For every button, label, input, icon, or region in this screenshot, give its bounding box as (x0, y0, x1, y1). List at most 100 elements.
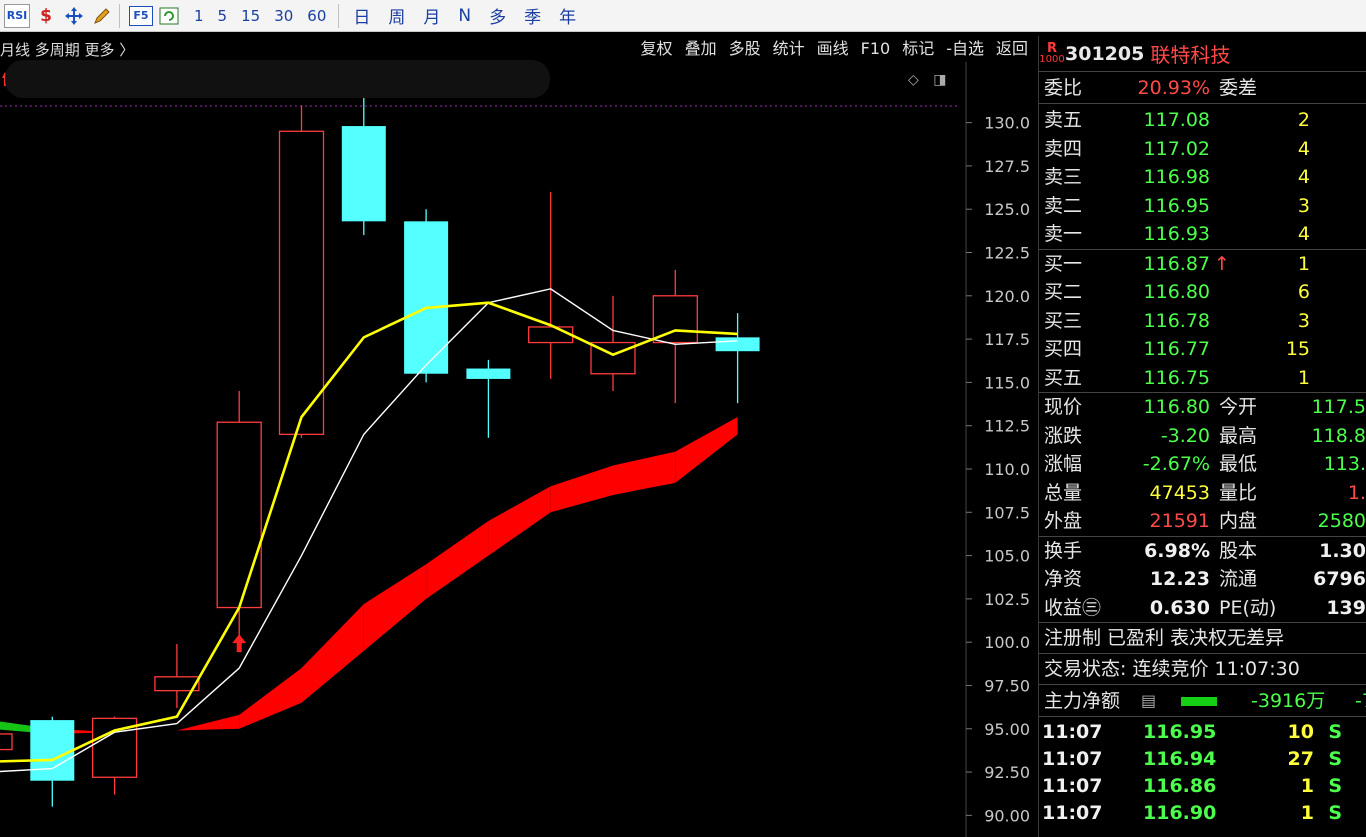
stat-value: 118.8 (1311, 424, 1366, 447)
buy-order-row[interactable]: 买五 116.75 1 (1039, 364, 1366, 393)
y-tick-label: 105.0 (984, 547, 1030, 566)
period-label[interactable]: 月线 多周期 更多 〉 (0, 39, 134, 60)
tick-row[interactable]: 11:07 116.86 1 S (1039, 775, 1366, 802)
period-quarter[interactable]: 季 (515, 3, 550, 28)
period-60min[interactable]: 60 (300, 7, 333, 25)
period-5min[interactable]: 5 (211, 7, 235, 25)
tick-price: 116.94 (1143, 748, 1217, 770)
stat-row[interactable]: 总量 47453 量比 1. (1039, 479, 1366, 508)
stat-value: 116.80 (1143, 396, 1210, 418)
tags-row: 注册制 已盈利 表决权无差异 (1039, 623, 1366, 654)
order-volume: 3 (1297, 194, 1310, 217)
menu-draw[interactable]: 画线 (811, 36, 855, 62)
candle-body (466, 368, 511, 379)
order-price: 116.87 (1143, 252, 1210, 275)
chart-menu: 复权 叠加 多股 统计 画线 F10 标记 -自选 返回 (635, 36, 1034, 62)
share-stat-row[interactable]: 收益㊂ 0.630 PE(动) 139 (1039, 594, 1366, 623)
tick-row[interactable]: 11:07 116.90 1 S (1039, 802, 1366, 829)
menu-mark[interactable]: 标记 (896, 36, 940, 62)
list-icon[interactable]: ▤ (1141, 685, 1156, 717)
sell-order-row[interactable]: 卖四 117.02 4 (1039, 135, 1366, 164)
order-price: 116.77 (1143, 338, 1210, 360)
stat-value: 0.630 (1149, 596, 1210, 619)
order-price: 116.80 (1143, 281, 1210, 303)
period-month[interactable]: 月 (414, 3, 449, 28)
refresh-icon[interactable] (157, 4, 181, 28)
period-n[interactable]: N (449, 6, 480, 26)
y-tick-label: 120.0 (984, 287, 1030, 306)
candle-body (715, 337, 760, 352)
buy-order-row[interactable]: 买二 116.80 6 (1039, 278, 1366, 307)
trade-status-row: 交易状态: 连续竞价 11:07:30 (1039, 654, 1366, 685)
buy-order-row[interactable]: 买四 116.77 15 (1039, 335, 1366, 364)
stat-value: 113. (1323, 453, 1366, 475)
period-1min[interactable]: 1 (187, 7, 211, 25)
kline-chart[interactable]: 130.0 127.5 125.0 122.5 120.0 117.5 115.0 112.5… (0, 62, 1038, 837)
order-volume: 4 (1297, 166, 1310, 188)
period-15min[interactable]: 15 (234, 7, 267, 25)
menu-fuquan[interactable]: 复权 (635, 36, 679, 62)
stock-name: 联特科技 (1150, 43, 1231, 67)
band-segment (675, 417, 738, 483)
order-volume: 6 (1297, 281, 1310, 303)
stat-row[interactable]: 现价 116.80 今开 117.5 (1039, 393, 1366, 422)
stat-label: 最高 (1219, 424, 1258, 447)
period-day[interactable]: 日 (344, 3, 379, 28)
weibi-row: 委比 20.93% 委差 (1039, 72, 1366, 104)
period-year[interactable]: 年 (550, 3, 585, 28)
sell-order-row[interactable]: 卖三 116.98 4 (1039, 163, 1366, 192)
diamond-icon[interactable]: ◇ (908, 72, 919, 88)
menu-stats[interactable]: 统计 (767, 36, 811, 62)
menu-remove-watch[interactable]: -自选 (940, 36, 990, 62)
stat-row[interactable]: 外盘 21591 内盘 2580 (1039, 507, 1366, 536)
buy-order-row[interactable]: 买一 116.87 ↑ 1 (1039, 250, 1366, 279)
y-tick-label: 97.50 (984, 676, 1030, 695)
menu-back[interactable]: 返回 (990, 36, 1034, 62)
buy-order-row[interactable]: 买三 116.78 3 (1039, 307, 1366, 336)
move-icon[interactable] (62, 4, 86, 28)
period-multi[interactable]: 多 (480, 3, 515, 28)
share-stats: 换手 6.98% 股本 1.30 净资 12.23 流通 6796 收益㊂ 0.63… (1039, 537, 1366, 623)
period-week[interactable]: 周 (379, 3, 414, 28)
share-stat-row[interactable]: 净资 12.23 流通 6796 (1039, 565, 1366, 594)
r-badge: R 1000 (1039, 40, 1065, 65)
stat-label: 换手 (1044, 539, 1083, 562)
band-segment (301, 604, 364, 703)
stat-row[interactable]: 涨幅 -2.67% 最低 113. (1039, 450, 1366, 479)
candle-body (528, 326, 574, 344)
tick-time: 11:07 (1042, 775, 1103, 797)
tick-row[interactable]: 11:07 116.94 27 S (1039, 748, 1366, 775)
stat-label: 收益㊂ (1044, 596, 1102, 619)
tick-price: 116.90 (1143, 802, 1217, 824)
period-30min[interactable]: 30 (267, 7, 300, 25)
menu-multi-stock[interactable]: 多股 (723, 36, 767, 62)
pencil-icon[interactable] (90, 4, 114, 28)
order-volume: 2 (1297, 109, 1310, 131)
order-price: 116.93 (1143, 223, 1210, 245)
menu-overlay[interactable]: 叠加 (679, 36, 723, 62)
y-tick-label: 125.0 (984, 200, 1030, 219)
r-badge-top: R (1046, 40, 1057, 56)
stat-value: 2580 (1317, 510, 1366, 532)
sell-order-row[interactable]: 卖二 116.95 3 (1039, 192, 1366, 221)
sell-order-row[interactable]: 卖一 116.93 4 (1039, 220, 1366, 249)
order-label: 卖五 (1044, 109, 1083, 131)
menu-f10[interactable]: F10 (855, 36, 897, 62)
panel-toggle-icon[interactable]: ◨ (933, 72, 946, 88)
dollar-icon[interactable]: $ (34, 4, 58, 28)
chart-header: 月线 多周期 更多 〉 复权 叠加 多股 统计 画线 F10 标记 -自选 返回 (0, 36, 1038, 62)
f5-icon[interactable]: F5 (129, 5, 153, 26)
tick-volume: 1 (1300, 802, 1314, 824)
stat-row[interactable]: 涨跌 -3.20 最高 118.8 (1039, 422, 1366, 451)
y-tick-label: 122.5 (984, 244, 1030, 263)
sell-order-row[interactable]: 卖五 117.08 2 (1039, 106, 1366, 135)
tick-list[interactable]: 11:07 116.95 10 S 11:07 116.94 27 S 11:07 … (1039, 717, 1366, 829)
y-tick-label: 115.0 (984, 373, 1030, 392)
y-tick-label: 110.0 (984, 460, 1030, 479)
tick-row[interactable]: 11:07 116.95 10 S (1039, 721, 1366, 748)
order-price: 116.78 (1143, 309, 1210, 332)
quote-panel: R 1000 301205 联特科技 委比 20.93% 委差 卖五 117.0… (1038, 36, 1366, 837)
stat-label: 涨幅 (1044, 453, 1083, 475)
rsi-icon[interactable]: RSI (4, 3, 30, 28)
share-stat-row[interactable]: 换手 6.98% 股本 1.30 (1039, 537, 1366, 566)
